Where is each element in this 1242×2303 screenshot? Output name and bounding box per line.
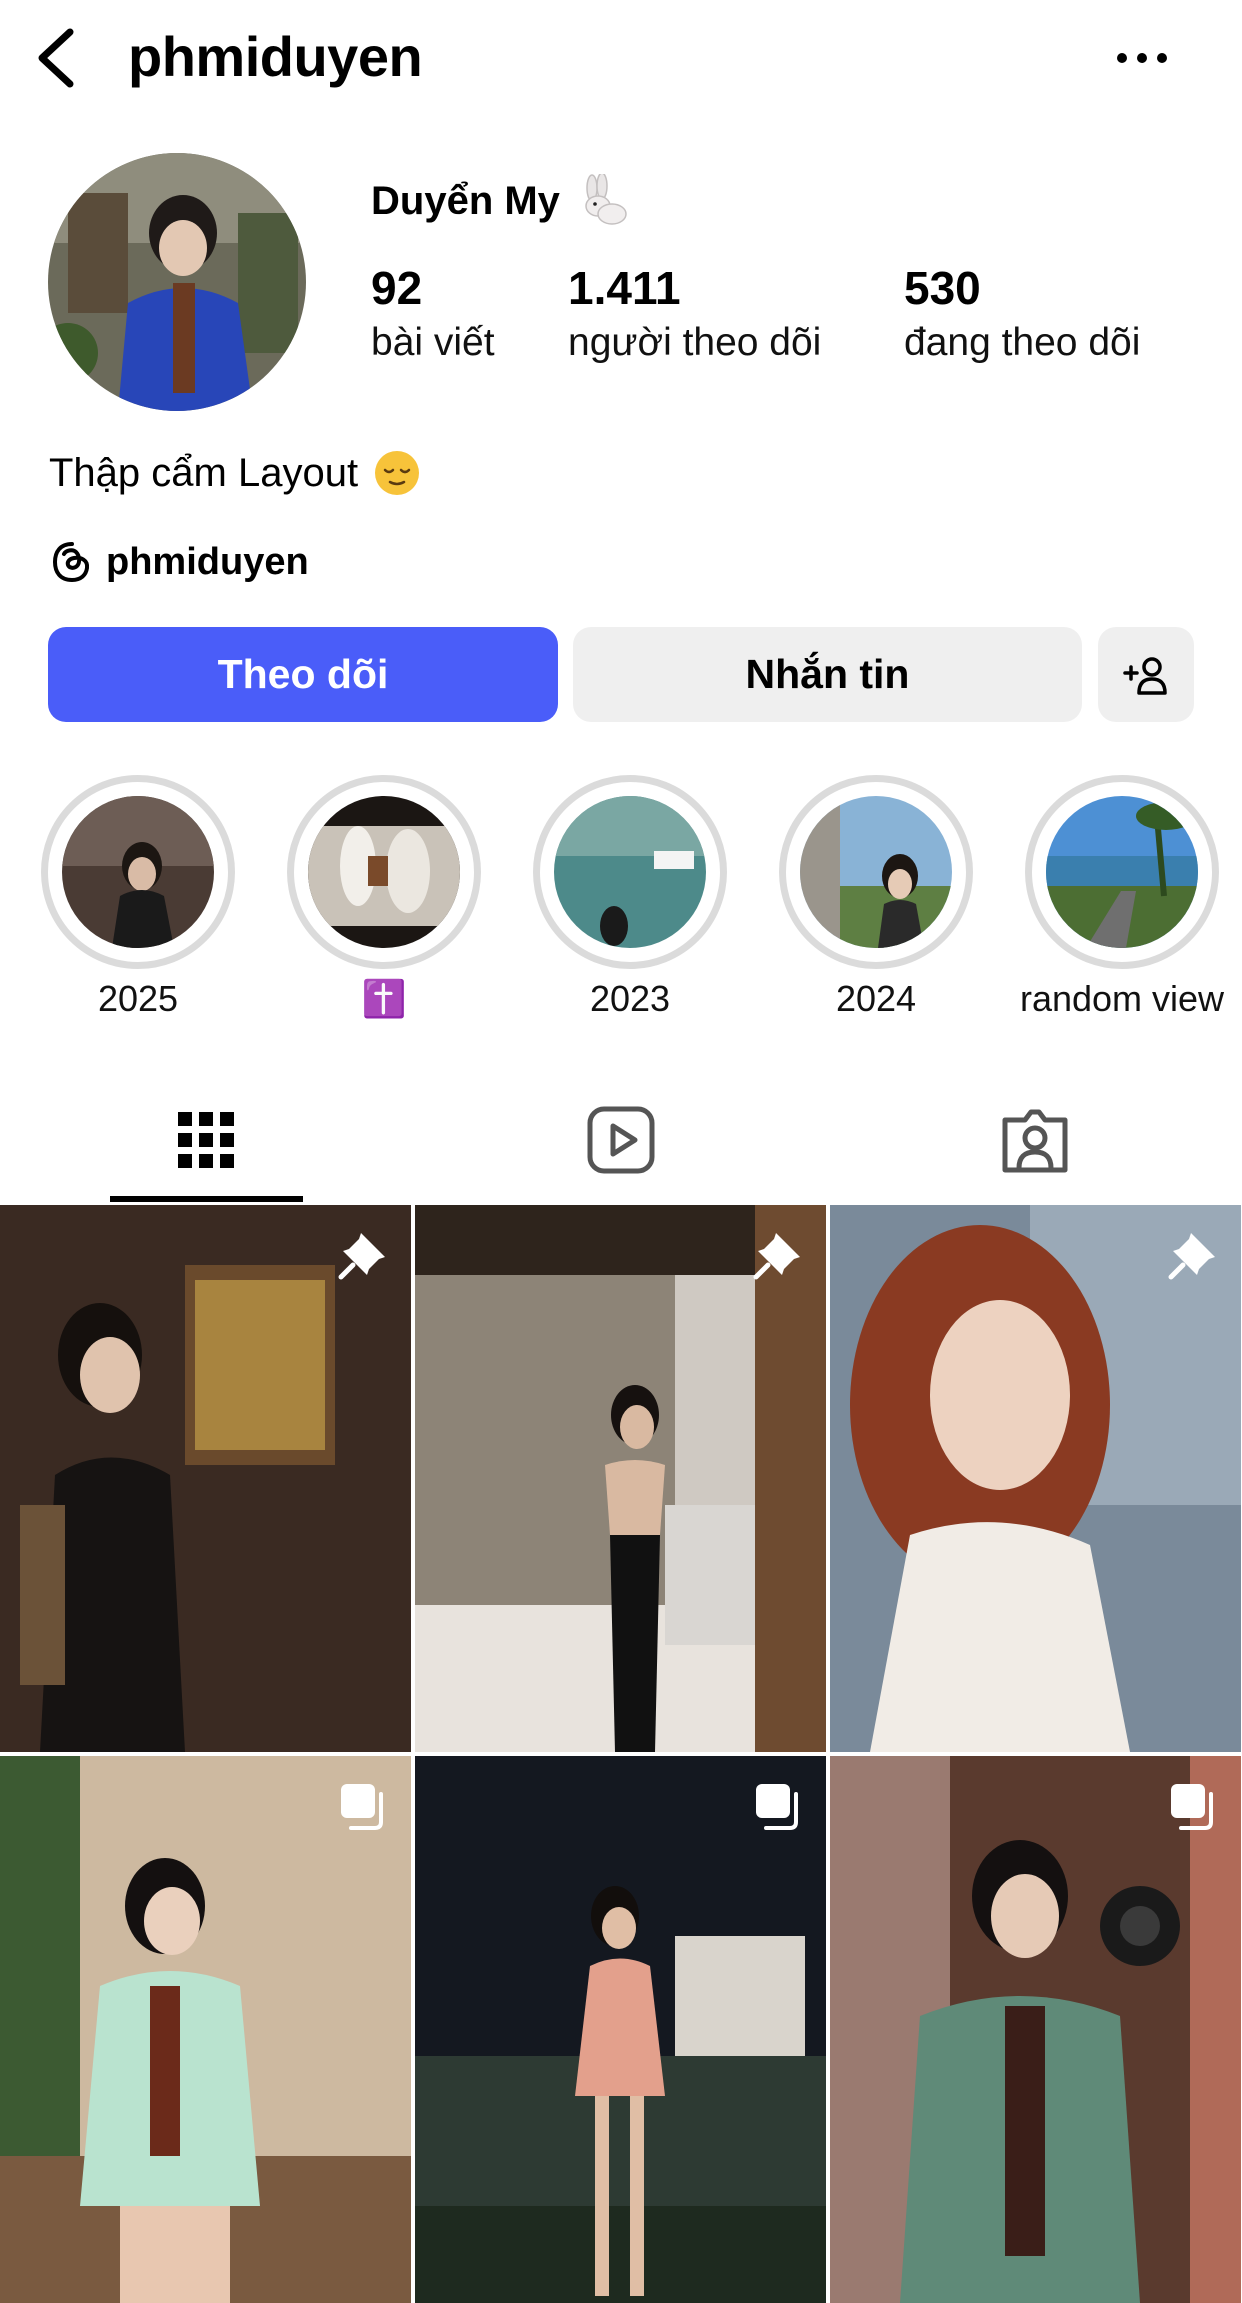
- highlight-cover: [800, 796, 952, 948]
- stat-posts-value: 92: [371, 262, 423, 314]
- back-arrow-icon[interactable]: [28, 18, 88, 98]
- stat-followers[interactable]: 1.411 người theo dõi: [568, 258, 821, 368]
- highlight-cover: [1046, 796, 1198, 948]
- stat-posts-label: bài viết: [371, 321, 495, 364]
- grid-icon: [178, 1112, 234, 1168]
- highlight-label: 2025: [97, 978, 179, 1019]
- rabbit-emoji-icon: [585, 174, 627, 225]
- active-tab-indicator: [110, 1196, 303, 1202]
- tab-reels[interactable]: [581, 1100, 661, 1180]
- avatar-photo: [48, 153, 306, 411]
- stat-following[interactable]: 530 đang theo dõi: [904, 258, 1140, 368]
- carousel-icon: [1171, 1784, 1213, 1830]
- follow-button[interactable]: Theo dõi: [48, 627, 558, 722]
- carousel-icon: [341, 1784, 383, 1830]
- full-name-text: Duyển My: [371, 178, 560, 223]
- highlight-label: random view: [1019, 978, 1225, 1019]
- full-name: Duyển My: [371, 174, 628, 228]
- highlight-2024[interactable]: [779, 775, 973, 969]
- highlight-cover: [308, 796, 460, 948]
- post-photo: [415, 1756, 826, 2303]
- more-options-icon[interactable]: [1112, 38, 1172, 78]
- highlight-cover: [554, 796, 706, 948]
- add-person-icon: [1123, 656, 1167, 695]
- suggest-users-button[interactable]: [1098, 627, 1194, 722]
- tab-posts[interactable]: [166, 1100, 246, 1180]
- post-tile[interactable]: [830, 1205, 1241, 1752]
- threads-link[interactable]: phmiduyen: [50, 540, 309, 584]
- reels-icon: [587, 1106, 655, 1174]
- stat-following-value: 530: [904, 262, 981, 314]
- post-tile[interactable]: [0, 1205, 411, 1752]
- highlight-label: 2024: [835, 978, 917, 1019]
- stat-following-label: đang theo dõi: [904, 321, 1141, 364]
- post-tile[interactable]: [0, 1756, 411, 2303]
- post-photo: [0, 1205, 411, 1752]
- post-photo: [830, 1205, 1241, 1752]
- avatar[interactable]: [48, 153, 306, 411]
- bio: Thập cẩm Layout: [49, 448, 422, 498]
- threads-icon: [52, 542, 90, 583]
- highlight-label: ✝️: [361, 978, 407, 1019]
- stat-followers-label: người theo dõi: [568, 321, 822, 364]
- highlight-cross[interactable]: [287, 775, 481, 969]
- highlight-random-view[interactable]: [1025, 775, 1219, 969]
- pin-icon: [753, 1233, 800, 1280]
- pin-icon: [338, 1233, 385, 1280]
- post-tile[interactable]: [830, 1756, 1241, 2303]
- highlight-label: 2023: [589, 978, 671, 1019]
- stat-posts[interactable]: 92 bài viết: [371, 258, 495, 368]
- post-tile[interactable]: [415, 1756, 826, 2303]
- post-photo: [415, 1205, 826, 1752]
- carousel-icon: [756, 1784, 798, 1830]
- post-photo: [830, 1756, 1241, 2303]
- bio-text: Thập cẩm Layout: [49, 450, 359, 495]
- message-button[interactable]: Nhắn tin: [573, 627, 1082, 722]
- post-photo: [0, 1756, 411, 2303]
- stat-followers-value: 1.411: [568, 262, 681, 314]
- highlight-cover: [62, 796, 214, 948]
- highlight-2023[interactable]: [533, 775, 727, 969]
- tab-tagged[interactable]: [995, 1100, 1075, 1180]
- post-tile[interactable]: [415, 1205, 826, 1752]
- page-title: phmiduyen: [128, 25, 423, 88]
- highlight-2025[interactable]: [41, 775, 235, 969]
- tagged-icon: [1002, 1109, 1068, 1173]
- threads-handle: phmiduyen: [106, 540, 309, 583]
- relieved-face-emoji-icon: [375, 451, 420, 495]
- pin-icon: [1168, 1233, 1215, 1280]
